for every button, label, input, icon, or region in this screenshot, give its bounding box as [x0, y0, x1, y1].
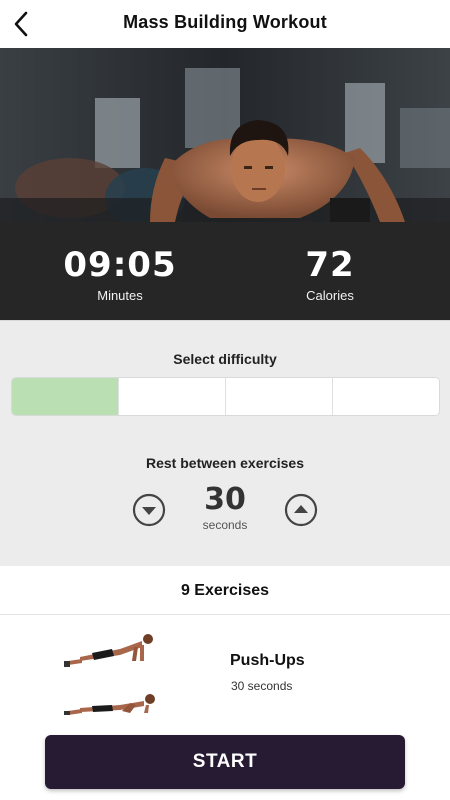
rest-unit: seconds: [202, 518, 248, 532]
difficulty-level-3[interactable]: [226, 378, 333, 415]
calories-value: 72: [305, 245, 355, 285]
duration-stat: 09:05 Minutes: [40, 246, 200, 303]
rest-title: Rest between exercises: [146, 455, 304, 471]
page-title: Mass Building Workout: [123, 12, 327, 32]
increase-rest-button[interactable]: [284, 493, 318, 527]
hero-image: [0, 48, 450, 222]
decrease-rest-button[interactable]: [132, 493, 166, 527]
list-item[interactable]: Push-Ups 30 seconds: [0, 615, 450, 720]
exercises-header: 9 Exercises: [0, 566, 450, 615]
workout-stats: 09:05 Minutes 72 Calories: [0, 222, 450, 320]
rest-value: 30: [204, 482, 246, 517]
duration-label: Minutes: [97, 288, 143, 303]
rest-stepper: 30 seconds: [0, 481, 450, 541]
difficulty-title: Select difficulty: [173, 351, 277, 367]
calories-label: Calories: [306, 288, 354, 303]
chevron-down-circle-icon: [132, 493, 166, 527]
push-up-photo: [0, 48, 450, 222]
difficulty-level-4[interactable]: [333, 378, 439, 415]
workout-settings: Select difficulty Rest between exercises…: [0, 320, 450, 567]
start-button[interactable]: START: [45, 735, 405, 789]
exercise-name: Push-Ups: [230, 652, 305, 669]
exercise-duration: 30 seconds: [231, 679, 293, 693]
difficulty-selector: [11, 377, 440, 416]
exercise-count: 9 Exercises: [180, 582, 270, 599]
top-bar: Mass Building Workout: [0, 0, 450, 48]
calories-stat: 72 Calories: [250, 246, 410, 303]
chevron-up-circle-icon: [284, 493, 318, 527]
difficulty-level-1[interactable]: [12, 378, 119, 415]
difficulty-level-2[interactable]: [119, 378, 226, 415]
push-up-illustration: [64, 634, 155, 715]
duration-value: 09:05: [63, 245, 177, 285]
